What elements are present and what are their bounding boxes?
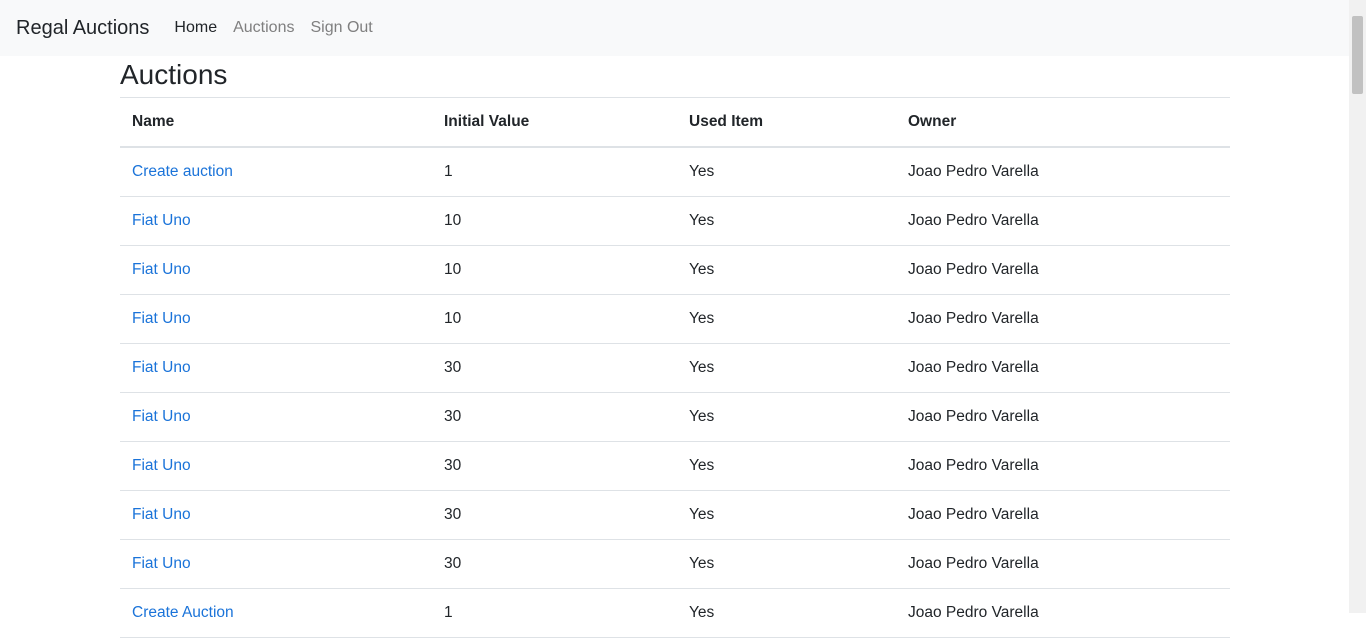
cell-initial-value: 30	[432, 343, 677, 393]
cell-used-item: Yes	[677, 245, 896, 295]
cell-name: Create auction	[120, 147, 432, 197]
column-header-used-item: Used Item	[677, 98, 896, 148]
table-row: Fiat Uno 30 Yes Joao Pedro Varella	[120, 392, 1230, 442]
table-header-row: Name Initial Value Used Item Owner	[120, 98, 1230, 148]
cell-used-item: Yes	[677, 539, 896, 589]
cell-owner: Joao Pedro Varella	[896, 343, 1230, 393]
table-row: Fiat Uno 30 Yes Joao Pedro Varella	[120, 343, 1230, 393]
cell-initial-value: 30	[432, 441, 677, 491]
table-row: Fiat Uno 10 Yes Joao Pedro Varella	[120, 294, 1230, 344]
cell-owner: Joao Pedro Varella	[896, 588, 1230, 638]
cell-owner: Joao Pedro Varella	[896, 392, 1230, 442]
cell-name: Fiat Uno	[120, 441, 432, 491]
cell-name: Fiat Uno	[120, 490, 432, 540]
scrollbar-thumb[interactable]	[1352, 16, 1363, 94]
auction-name-link[interactable]: Create auction	[132, 163, 233, 180]
cell-owner: Joao Pedro Varella	[896, 441, 1230, 491]
auction-name-link[interactable]: Fiat Uno	[132, 555, 191, 572]
table-row: Create Auction 1 Yes Joao Pedro Varella	[120, 588, 1230, 638]
cell-owner: Joao Pedro Varella	[896, 539, 1230, 589]
table-row: Fiat Uno 30 Yes Joao Pedro Varella	[120, 441, 1230, 491]
cell-name: Create Auction	[120, 588, 432, 638]
page-scrollbar[interactable]	[1349, 0, 1366, 613]
table-row: Fiat Uno 30 Yes Joao Pedro Varella	[120, 490, 1230, 540]
auction-name-link[interactable]: Fiat Uno	[132, 506, 191, 523]
auctions-table: Name Initial Value Used Item Owner Creat…	[120, 98, 1230, 638]
cell-name: Fiat Uno	[120, 343, 432, 393]
table-row: Fiat Uno 10 Yes Joao Pedro Varella	[120, 245, 1230, 295]
main-content: Auctions Name Initial Value Used Item Ow…	[120, 56, 1230, 638]
page-title: Auctions	[120, 56, 1230, 98]
cell-used-item: Yes	[677, 196, 896, 246]
auction-name-link[interactable]: Fiat Uno	[132, 359, 191, 376]
nav-link-home[interactable]: Home	[174, 19, 217, 37]
table-row: Fiat Uno 30 Yes Joao Pedro Varella	[120, 539, 1230, 589]
cell-used-item: Yes	[677, 490, 896, 540]
navbar: Regal Auctions Home Auctions Sign Out	[0, 0, 1349, 56]
table-row: Fiat Uno 10 Yes Joao Pedro Varella	[120, 196, 1230, 246]
cell-owner: Joao Pedro Varella	[896, 294, 1230, 344]
column-header-initial-value: Initial Value	[432, 98, 677, 148]
cell-name: Fiat Uno	[120, 294, 432, 344]
table-row: Create auction 1 Yes Joao Pedro Varella	[120, 147, 1230, 197]
cell-initial-value: 1	[432, 147, 677, 197]
nav-link-sign-out[interactable]: Sign Out	[310, 19, 372, 37]
cell-used-item: Yes	[677, 441, 896, 491]
cell-initial-value: 30	[432, 392, 677, 442]
auction-name-link[interactable]: Fiat Uno	[132, 457, 191, 474]
cell-owner: Joao Pedro Varella	[896, 490, 1230, 540]
cell-owner: Joao Pedro Varella	[896, 245, 1230, 295]
cell-initial-value: 10	[432, 294, 677, 344]
cell-owner: Joao Pedro Varella	[896, 147, 1230, 197]
cell-name: Fiat Uno	[120, 539, 432, 589]
cell-initial-value: 30	[432, 539, 677, 589]
cell-initial-value: 1	[432, 588, 677, 638]
cell-owner: Joao Pedro Varella	[896, 196, 1230, 246]
cell-used-item: Yes	[677, 588, 896, 638]
auction-name-link[interactable]: Fiat Uno	[132, 408, 191, 425]
column-header-owner: Owner	[896, 98, 1230, 148]
cell-used-item: Yes	[677, 147, 896, 197]
cell-initial-value: 10	[432, 245, 677, 295]
auction-name-link[interactable]: Fiat Uno	[132, 261, 191, 278]
cell-name: Fiat Uno	[120, 392, 432, 442]
auction-name-link[interactable]: Fiat Uno	[132, 212, 191, 229]
column-header-name: Name	[120, 98, 432, 148]
cell-initial-value: 30	[432, 490, 677, 540]
brand-link[interactable]: Regal Auctions	[16, 17, 149, 40]
nav-link-auctions[interactable]: Auctions	[233, 19, 294, 37]
cell-name: Fiat Uno	[120, 196, 432, 246]
cell-initial-value: 10	[432, 196, 677, 246]
cell-used-item: Yes	[677, 343, 896, 393]
cell-used-item: Yes	[677, 392, 896, 442]
cell-name: Fiat Uno	[120, 245, 432, 295]
auction-name-link[interactable]: Fiat Uno	[132, 310, 191, 327]
cell-used-item: Yes	[677, 294, 896, 344]
